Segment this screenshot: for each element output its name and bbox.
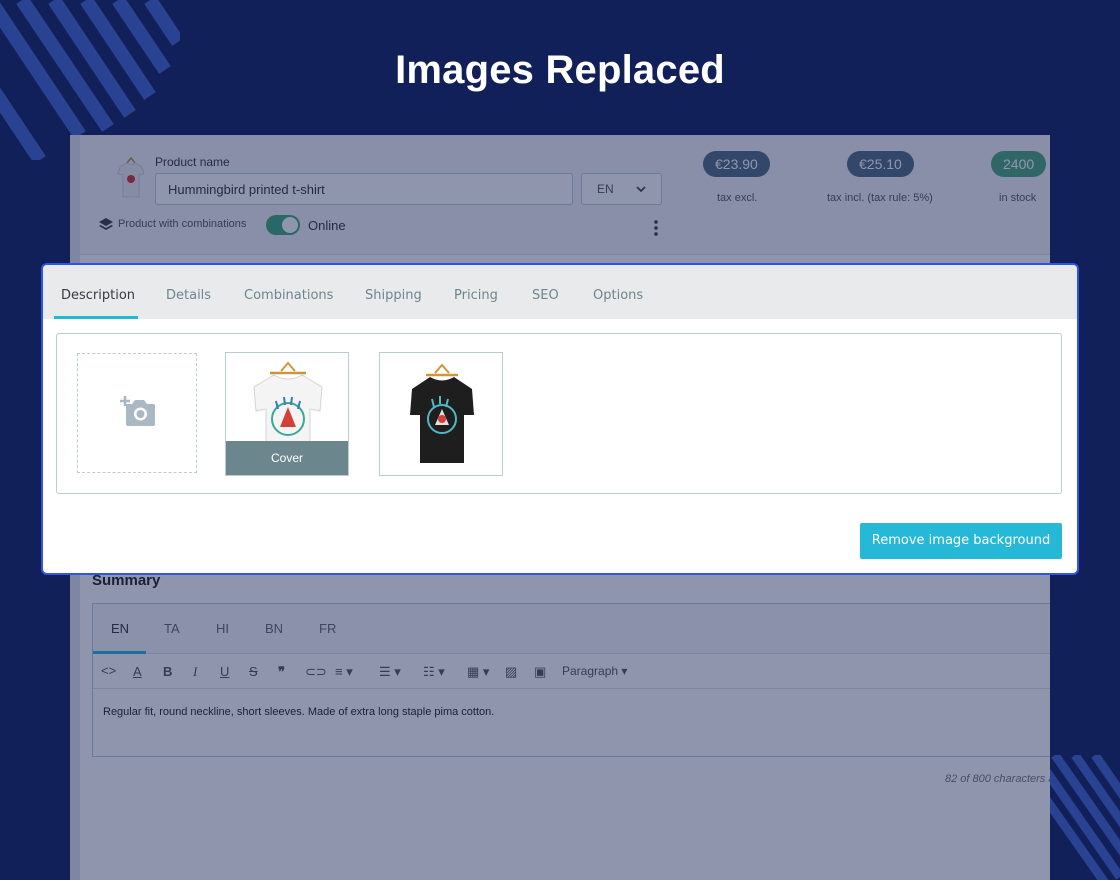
tab-pricing[interactable]: Pricing (454, 288, 498, 303)
tab-shipping[interactable]: Shipping (365, 288, 422, 303)
decorative-stripes-bottom (1050, 755, 1120, 880)
add-image-dropzone[interactable] (77, 353, 197, 473)
tab-combinations[interactable]: Combinations (244, 288, 333, 303)
product-images-panel: Cover (56, 333, 1062, 494)
tab-details[interactable]: Details (166, 288, 211, 303)
black-tshirt-image (410, 363, 474, 463)
product-tabs: Description Details Combinations Shippin… (43, 265, 1077, 319)
image-tile-cover[interactable]: Cover (225, 352, 349, 476)
cover-label: Cover (226, 441, 348, 475)
page-title: Images Replaced (395, 48, 725, 92)
image-tile-2[interactable] (379, 352, 503, 476)
add-photo-icon (120, 396, 155, 426)
tab-options[interactable]: Options (593, 288, 643, 303)
description-panel-highlight: Description Details Combinations Shippin… (41, 263, 1079, 575)
remove-image-background-button[interactable]: Remove image background (860, 523, 1062, 559)
tab-seo[interactable]: SEO (532, 288, 559, 303)
tab-description[interactable]: Description (61, 288, 135, 303)
